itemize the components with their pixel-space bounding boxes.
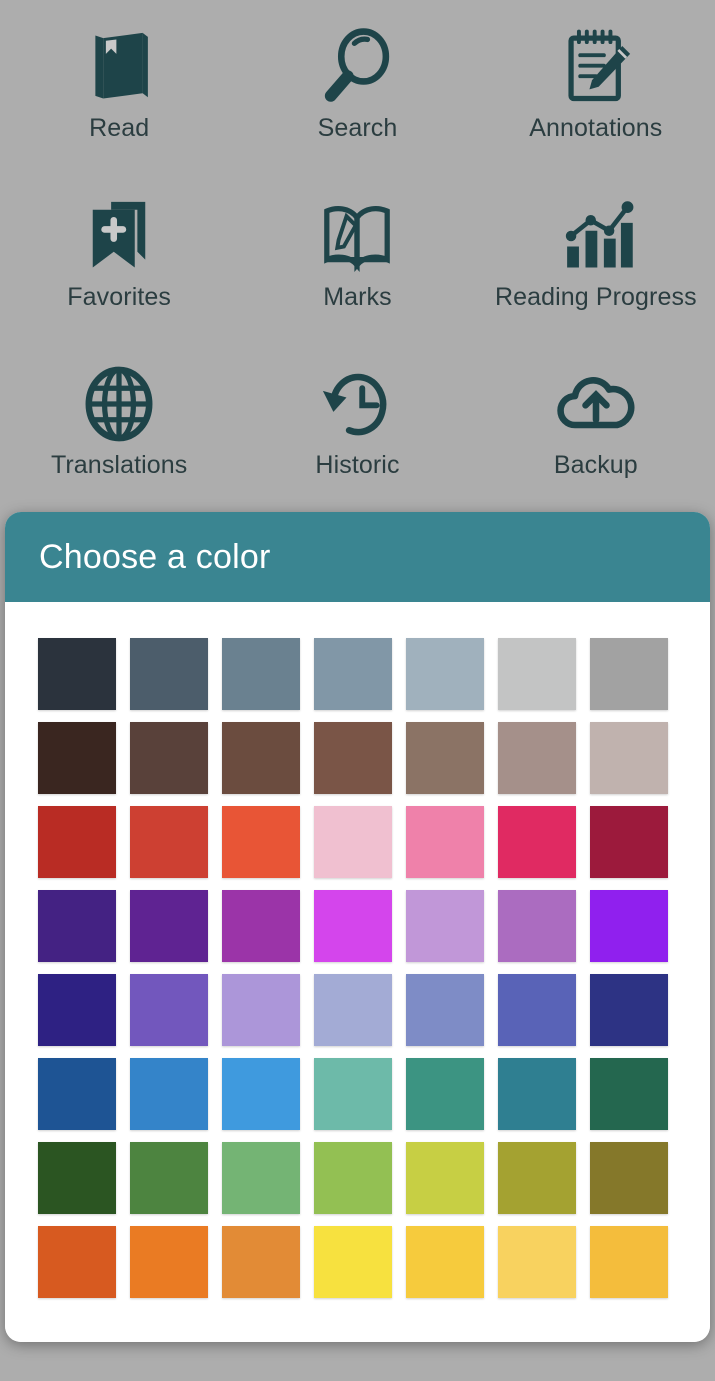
color-swatch[interactable] [498,806,576,878]
color-swatch[interactable] [406,1226,484,1298]
color-swatch[interactable] [222,638,300,710]
color-swatch[interactable] [222,890,300,962]
color-swatch[interactable] [406,638,484,710]
color-swatch[interactable] [222,1058,300,1130]
color-swatch[interactable] [406,1058,484,1130]
color-swatch[interactable] [38,890,116,962]
color-swatch[interactable] [314,1142,392,1214]
book-icon [77,25,161,109]
menu-tile-favorites[interactable]: Favorites [0,168,238,336]
menu-tile-translations[interactable]: Translations [0,337,238,505]
color-swatch[interactable] [314,806,392,878]
color-swatch[interactable] [130,1142,208,1214]
color-swatch[interactable] [222,806,300,878]
app-menu-grid: Read Search Annotations Favorites Marks … [0,0,715,505]
menu-tile-label: Backup [553,451,638,480]
globe-icon [77,362,161,446]
color-swatch[interactable] [38,806,116,878]
menu-tile-reading-progress[interactable]: Reading Progress [477,168,715,336]
color-swatch[interactable] [590,1226,668,1298]
color-swatch[interactable] [498,890,576,962]
menu-tile-marks[interactable]: Marks [238,168,476,336]
color-swatch[interactable] [590,638,668,710]
color-swatch[interactable] [130,974,208,1046]
menu-tile-label: Marks [323,282,392,311]
cloud-upload-icon [554,362,638,446]
color-swatch[interactable] [130,1058,208,1130]
color-swatch[interactable] [314,1226,392,1298]
color-swatch[interactable] [498,974,576,1046]
color-swatch[interactable] [38,1142,116,1214]
color-swatch[interactable] [406,806,484,878]
menu-tile-label: Read [89,114,150,143]
color-swatch[interactable] [590,974,668,1046]
menu-tile-historic[interactable]: Historic [238,337,476,505]
menu-tile-label: Favorites [67,282,172,311]
color-swatch[interactable] [130,638,208,710]
color-swatch[interactable] [314,638,392,710]
color-swatch[interactable] [38,1226,116,1298]
menu-tile-read[interactable]: Read [0,0,238,168]
color-swatch[interactable] [222,722,300,794]
menu-tile-search[interactable]: Search [238,0,476,168]
color-swatch[interactable] [498,1058,576,1130]
color-swatch[interactable] [314,890,392,962]
color-swatch[interactable] [590,722,668,794]
color-swatch[interactable] [498,1142,576,1214]
notepad-pencil-icon [554,25,638,109]
menu-tile-backup[interactable]: Backup [477,337,715,505]
color-picker-dialog: Choose a color [5,512,710,1342]
menu-tile-label: Annotations [529,114,663,143]
magnifier-icon [315,25,399,109]
dialog-title: Choose a color [39,537,271,576]
open-book-pencil-icon [315,194,399,278]
color-swatch[interactable] [130,806,208,878]
color-swatch-grid [38,638,677,1298]
color-swatch[interactable] [590,890,668,962]
color-swatch[interactable] [130,1226,208,1298]
color-swatch[interactable] [498,1226,576,1298]
color-swatch[interactable] [590,806,668,878]
color-swatch[interactable] [222,1226,300,1298]
color-swatch[interactable] [38,974,116,1046]
clock-rewind-icon [315,362,399,446]
color-swatch[interactable] [406,974,484,1046]
color-swatch[interactable] [406,1142,484,1214]
color-swatch[interactable] [498,638,576,710]
color-swatch[interactable] [406,722,484,794]
color-swatch[interactable] [222,1142,300,1214]
color-swatch[interactable] [498,722,576,794]
color-swatch[interactable] [130,722,208,794]
color-swatch[interactable] [314,1058,392,1130]
color-swatch[interactable] [38,1058,116,1130]
color-swatch[interactable] [130,890,208,962]
color-swatch[interactable] [406,890,484,962]
color-swatch[interactable] [38,638,116,710]
color-swatch[interactable] [314,974,392,1046]
dialog-body [5,602,710,1342]
menu-tile-annotations[interactable]: Annotations [477,0,715,168]
menu-tile-label: Search [317,114,398,143]
color-swatch[interactable] [590,1142,668,1214]
dialog-header: Choose a color [5,512,710,602]
color-swatch[interactable] [590,1058,668,1130]
color-swatch[interactable] [38,722,116,794]
bookmark-plus-icon [77,194,161,278]
menu-tile-label: Reading Progress [494,282,697,311]
bar-chart-trend-icon [554,194,638,278]
menu-tile-label: Historic [315,451,400,480]
menu-tile-label: Translations [50,451,188,480]
color-swatch[interactable] [314,722,392,794]
color-swatch[interactable] [222,974,300,1046]
